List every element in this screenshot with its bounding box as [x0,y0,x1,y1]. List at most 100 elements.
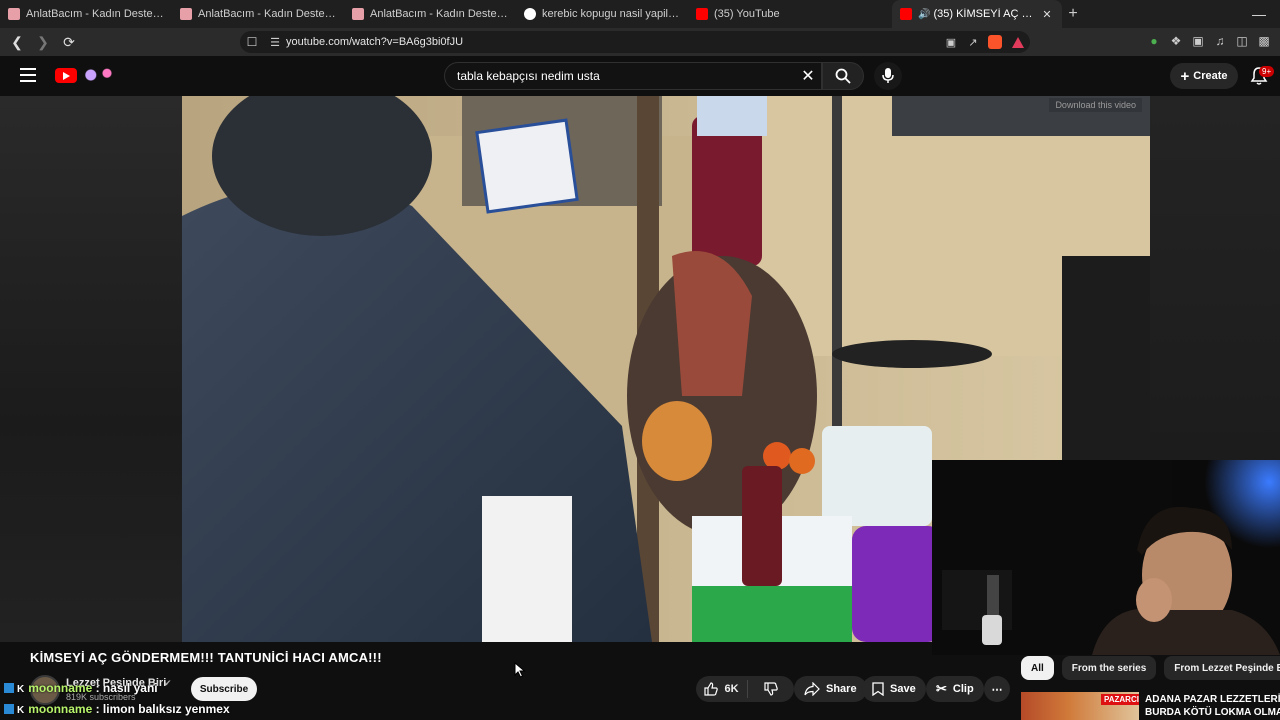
share-button[interactable]: Share [794,676,867,702]
like-button[interactable]: 6K [696,680,748,698]
thumbs-up-icon [704,682,719,696]
plus-icon: + [1180,67,1190,85]
minimize-icon[interactable]: — [1252,6,1266,22]
youtube-favicon-icon [900,8,912,20]
clear-search-icon[interactable]: ✕ [795,66,821,86]
share-arrow-icon [804,682,820,696]
tab-label: (35) YouTube [714,8,780,20]
tab-label: (35) KİMSEYİ AÇ GÖNDERME [933,8,1040,20]
browser-tab-active[interactable]: 🔊 (35) KİMSEYİ AÇ GÖNDERME ✕ [892,0,1062,28]
ambient-left [0,96,182,642]
more-icon: ⋯ [991,683,1003,696]
subscribe-button[interactable]: Subscribe [191,677,257,701]
clip-label: Clip [952,683,974,695]
thumbnail-badge: PAZARCI [1101,694,1139,705]
tab-favicon-icon [180,8,192,20]
youtube-doodle-icon[interactable] [80,66,116,84]
url-text: youtube.com/watch?v=BA6g3bi0fJU [286,36,464,48]
wallet-icon[interactable]: ▩ [1256,33,1272,49]
mouse-cursor-icon [514,662,526,678]
chat-message: Kmoonname : limon balıksız yenmex [0,702,230,716]
search-button[interactable] [822,62,864,90]
browser-tab[interactable]: (35) YouTube [688,0,798,28]
bookmark-icon[interactable]: ☐ [240,35,264,49]
dislike-button[interactable] [748,682,794,696]
forward-button[interactable]: ❯ [32,31,54,53]
recommended-thumbnail[interactable]: PAZARCI [1021,692,1139,720]
browser-tab[interactable]: kerebic kopugu nasil yapilir - Google [516,0,688,28]
chat-text: nasıl yani [102,681,158,695]
chip-all[interactable]: All [1021,656,1054,680]
tab-label: AnlatBacım - Kadın Destek Platformu [26,8,164,20]
bookmark-save-icon [872,682,884,696]
extension-leaf-icon[interactable]: ● [1146,33,1162,49]
tab-label: kerebic kopugu nasil yapilir - Google [542,8,680,20]
browser-tab-strip: AnlatBacım - Kadın Destek Platformu Anla… [0,0,1280,28]
hamburger-menu-icon[interactable] [20,68,36,82]
download-hint[interactable]: Download this video [1049,98,1142,112]
webcam-overlay [932,460,1280,655]
search-box: ✕ [444,62,822,90]
tab-label: AnlatBacım - Kadın Destek Platformu [198,8,336,20]
video-title: KİMSEYİ AÇ GÖNDERMEM!!! TANTUNİCİ HACI A… [30,650,382,665]
create-button[interactable]: + Create [1170,63,1238,89]
cast-icon[interactable]: ▣ [940,36,962,49]
browser-tab[interactable]: AnlatBacım - Kadın Destek Platformu [0,0,172,28]
address-bar[interactable]: ☐ ☰ youtube.com/watch?v=BA6g3bi0fJU ▣ ↗ [240,31,1030,53]
brave-rewards-icon[interactable] [1012,36,1024,48]
webcam-frame [932,460,1280,655]
voice-search-button[interactable] [874,62,902,90]
like-dislike-group: 6K [696,676,794,702]
search-input[interactable] [457,69,795,83]
site-settings-icon[interactable]: ☰ [264,36,286,49]
reload-button[interactable]: ⟳ [58,31,80,53]
filter-chips: All From the series From Lezzet Peşinde … [1021,656,1280,680]
chat-text: limon balıksız yenmex [102,702,230,716]
share-page-icon[interactable]: ↗ [962,36,984,49]
search-icon [835,68,851,84]
screenshot-icon[interactable]: ▣ [1190,33,1206,49]
ambient-right [1150,96,1280,460]
speaker-icon: 🔊 [918,8,931,20]
chat-message: Kmoonname : nasıl yani [0,681,158,695]
like-count: 6K [724,683,739,695]
browser-tab[interactable]: AnlatBacım - Kadın Destek Platformu [172,0,344,28]
tab-favicon-icon [8,8,20,20]
chat-username: moonname [28,702,93,716]
youtube-logo[interactable] [55,68,77,83]
sidebar-icon[interactable]: ◫ [1234,33,1250,49]
save-button[interactable]: Save [862,676,926,702]
new-tab-button[interactable]: + [1062,5,1084,23]
notification-count-badge: 9+ [1259,66,1275,77]
more-actions-button[interactable]: ⋯ [984,676,1010,702]
kick-platform-icon [4,683,14,693]
extensions-puzzle-icon[interactable]: ❖ [1168,33,1184,49]
recommended-title[interactable]: ADANA PAZAR LEZZETLERİ 2!! BURDA KÖTÜ LO… [1145,693,1280,719]
save-label: Save [890,683,916,695]
google-favicon-icon [524,8,536,20]
youtube-header: ✕ + Create [0,56,1280,96]
media-icon[interactable]: ♫ [1212,33,1228,49]
recommended-title-line: ADANA PAZAR LEZZETLERİ 2!! [1145,694,1280,705]
recommended-title-line: BURDA KÖTÜ LOKMA OLMAZ!! [1145,707,1280,718]
browser-toolbar: ❮ ❯ ⟳ ☐ ☰ youtube.com/watch?v=BA6g3bi0fJ… [0,28,1280,56]
extensions-area: ● ❖ ▣ ♫ ◫ ▩ [1146,33,1272,49]
kick-platform-icon [4,704,14,714]
brave-shield-icon[interactable] [988,35,1002,49]
share-label: Share [826,683,857,695]
thumbs-down-icon [764,682,778,696]
tab-favicon-icon [352,8,364,20]
chat-username: moonname [28,681,93,695]
tab-label: AnlatBacım - Kadın Destek Platformu [370,8,508,20]
close-tab-icon[interactable]: ✕ [1040,8,1054,21]
youtube-favicon-icon [696,8,708,20]
chip-from-channel[interactable]: From Lezzet Peşinde Biri [1164,656,1280,680]
chip-from-series[interactable]: From the series [1061,656,1157,680]
verified-check-icon: ✔ [164,678,172,688]
back-button[interactable]: ❮ [6,31,28,53]
scissors-icon: ✂ [936,681,947,696]
browser-tab[interactable]: AnlatBacım - Kadın Destek Platformu [344,0,516,28]
microphone-icon [882,68,894,83]
create-label: Create [1193,70,1228,82]
clip-button[interactable]: ✂ Clip [926,676,984,702]
